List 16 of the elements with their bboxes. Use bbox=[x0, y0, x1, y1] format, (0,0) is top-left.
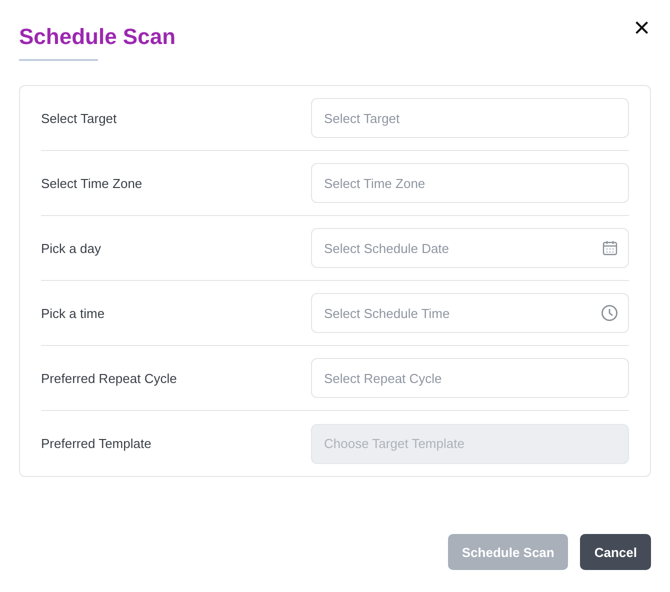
field-label: Pick a time bbox=[41, 306, 105, 320]
field-label: Select Target bbox=[41, 110, 117, 126]
close-button[interactable]: × bbox=[632, 14, 652, 42]
calendar-icon bbox=[602, 240, 618, 256]
input-field[interactable]: Select Schedule Time bbox=[311, 293, 629, 333]
field-label: Preferred Repeat Cycle bbox=[41, 370, 177, 386]
input-field[interactable]: Select Schedule Date bbox=[311, 228, 629, 268]
input-field[interactable]: Select Time Zone bbox=[311, 163, 629, 203]
cancel-button[interactable]: Cancel bbox=[580, 534, 651, 570]
dialog-title: Schedule Scan bbox=[19, 24, 176, 50]
clock-icon bbox=[601, 304, 618, 322]
field-label: Pick a day bbox=[41, 240, 101, 256]
field-label: Preferred Template bbox=[41, 436, 152, 451]
input-field[interactable]: Select Repeat Cycle bbox=[311, 358, 629, 398]
field-label: Select Time Zone bbox=[41, 176, 142, 190]
input-field[interactable]: Select Target bbox=[311, 98, 629, 138]
